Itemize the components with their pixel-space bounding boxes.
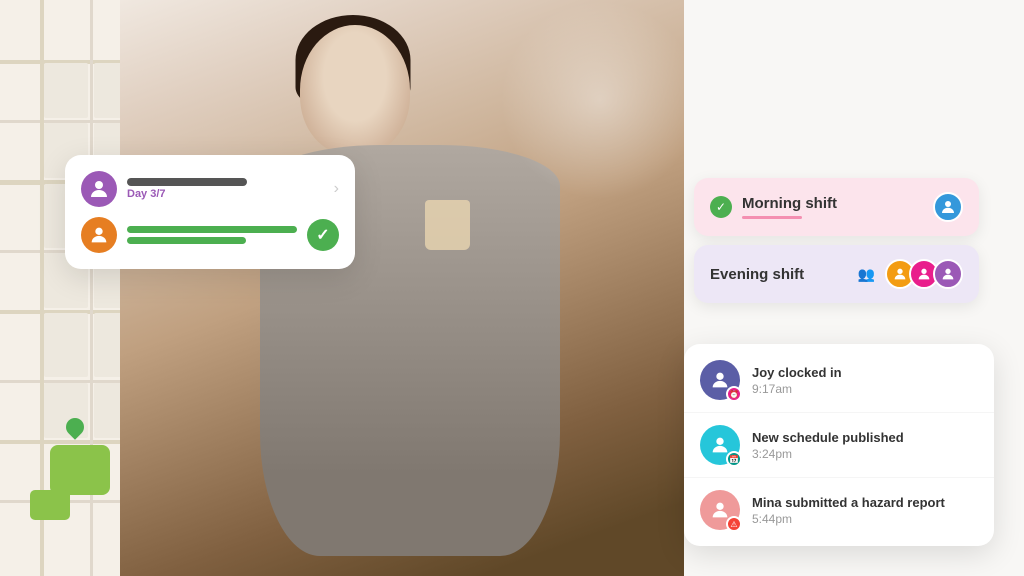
map-pin xyxy=(65,418,85,444)
activity-avatar-mina: ⚠ xyxy=(700,490,740,530)
activity-text-mina: Mina submitted a hazard report 5:44pm xyxy=(752,495,978,526)
morning-check-icon: ✓ xyxy=(710,196,732,218)
main-photo xyxy=(120,0,700,576)
evening-shift-card: Evening shift 👥 xyxy=(694,245,979,303)
day-label: Day 3/7 xyxy=(127,188,324,200)
avatar-user2 xyxy=(81,217,117,253)
activity-text-schedule: New schedule published 3:24pm xyxy=(752,430,978,461)
check-button[interactable]: ✓ xyxy=(307,219,339,251)
activity-avatar-joy: ⏰ xyxy=(700,360,740,400)
activity-text-joy: Joy clocked in 9:17am xyxy=(752,365,978,396)
calendar-badge: 📅 xyxy=(726,451,742,467)
morning-shift-title: Morning shift xyxy=(742,195,929,212)
checkin-card: Day 3/7 › ✓ xyxy=(65,155,355,269)
activity-item: ⚠ Mina submitted a hazard report 5:44pm xyxy=(684,478,994,542)
evening-avatars xyxy=(885,259,963,289)
activity-feed: ⏰ Joy clocked in 9:17am 📅 New schedule p… xyxy=(684,344,994,546)
report-badge: ⚠ xyxy=(726,516,742,532)
group-icon: 👥 xyxy=(858,266,875,283)
chevron-icon[interactable]: › xyxy=(334,180,339,198)
morning-shift-card: ✓ Morning shift xyxy=(694,178,979,236)
progress-bars xyxy=(127,226,297,244)
morning-avatar xyxy=(933,192,963,222)
evening-shift-title: Evening shift xyxy=(710,266,850,283)
avatar-user1 xyxy=(81,171,117,207)
clock-badge: ⏰ xyxy=(726,386,742,402)
activity-item: ⏰ Joy clocked in 9:17am xyxy=(684,348,994,413)
activity-avatar-schedule: 📅 xyxy=(700,425,740,465)
activity-item: 📅 New schedule published 3:24pm xyxy=(684,413,994,478)
